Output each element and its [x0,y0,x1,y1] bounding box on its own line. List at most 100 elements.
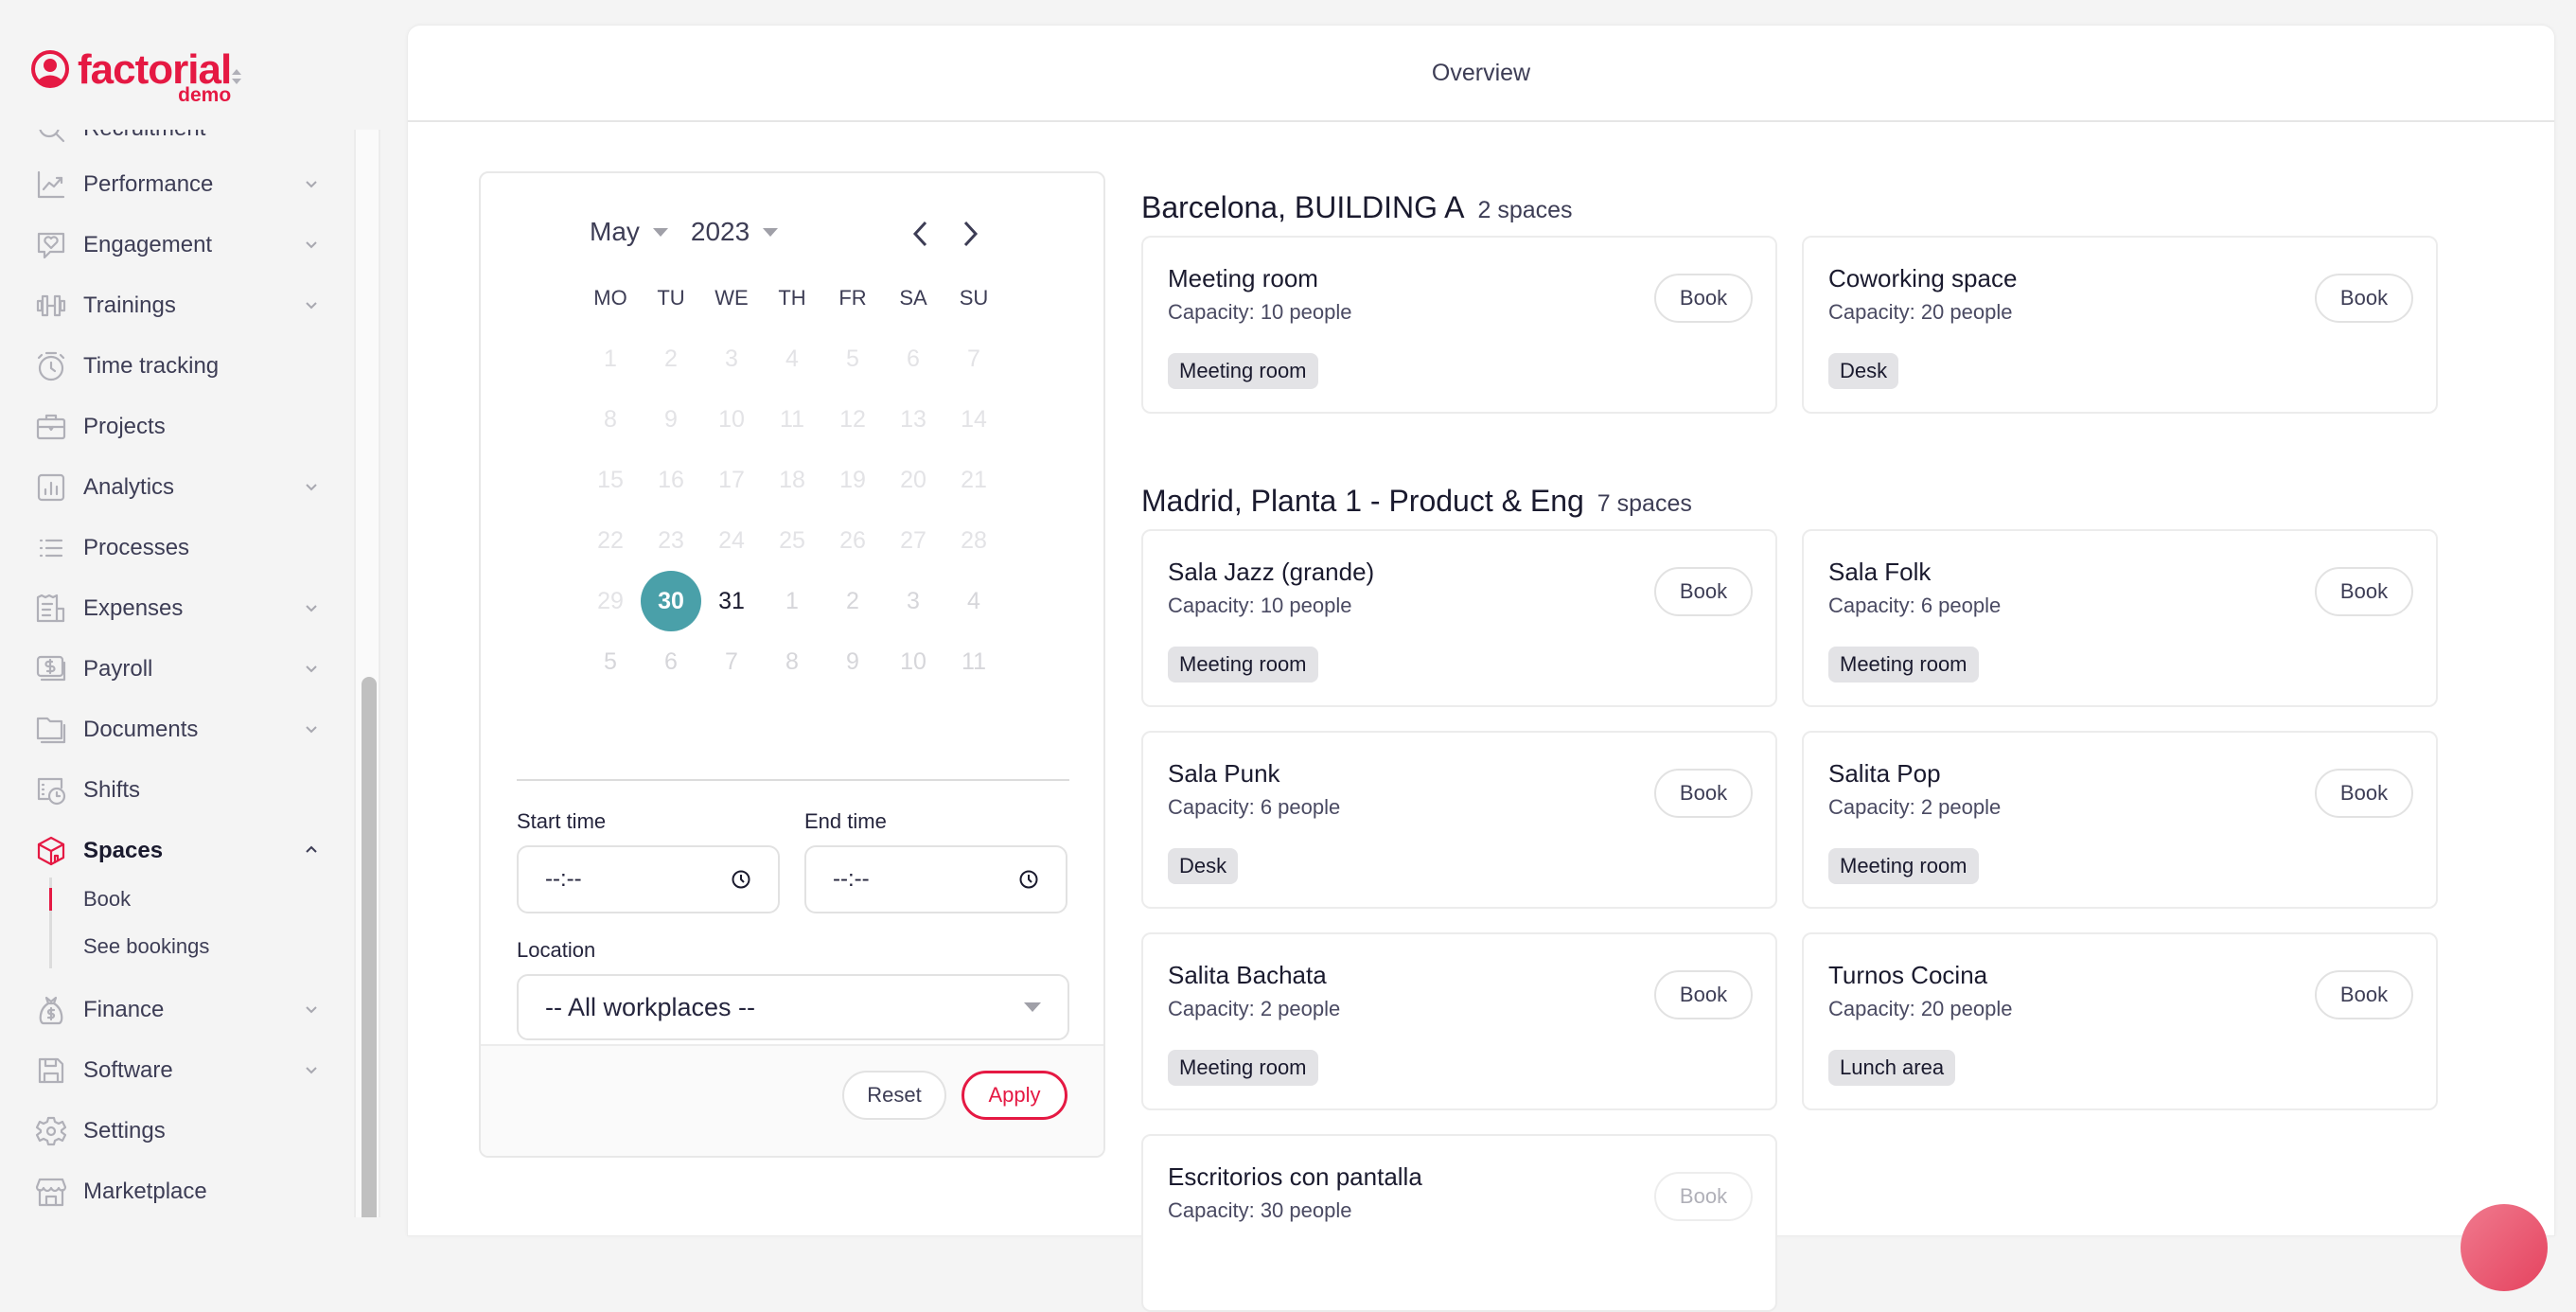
calendar-day: 4 [785,345,799,372]
space-name: Escritorios con pantalla [1168,1162,1422,1191]
space-capacity: Capacity: 30 people [1168,1198,1352,1222]
sidebar-item-recruitment[interactable]: Recruitment [34,130,327,152]
book-button[interactable]: Book [1654,769,1753,818]
clock-icon [1019,870,1038,889]
space-name: Sala Punk [1168,759,1280,788]
sidebar-scrollbar-thumb[interactable] [362,677,377,1217]
sidebar-item-spaces[interactable]: Spaces [34,827,327,875]
space-type-badge: Meeting room [1828,647,1979,683]
weekday-header: MO [593,286,627,310]
group-title: Barcelona, BUILDING A 2 spaces [1141,190,1573,225]
sidebar-item-shifts[interactable]: Shifts [34,767,327,814]
sidebar-item-software[interactable]: Software [34,1047,327,1094]
space-type-badge: Meeting room [1168,647,1318,683]
sidebar-item-expenses[interactable]: Expenses [34,585,327,632]
reset-button[interactable]: Reset [842,1071,946,1120]
chevron-down-icon [306,302,317,310]
book-button[interactable]: Book [1654,970,1753,1019]
schedule-clock-icon [34,773,68,807]
chevron-down-icon [306,484,317,491]
weekday-header: SU [959,286,989,310]
sidebar-item-trainings[interactable]: Trainings [34,282,327,329]
sidebar-item-performance[interactable]: Performance [34,161,327,208]
calendar-day: 3 [725,345,738,372]
sidebar-item-engagement[interactable]: Engagement [34,222,327,269]
space-card: Meeting room Capacity: 10 people Meeting r… [1141,236,1777,414]
space-name: Coworking space [1828,264,2018,293]
calendar-day: 12 [839,405,866,433]
company-switcher-icon[interactable] [230,66,243,87]
book-button[interactable]: Book [2315,567,2413,616]
book-button: Book [1654,1172,1753,1221]
book-button[interactable]: Book [2315,970,2413,1019]
calendar-day: 2 [664,345,678,372]
sidebar-item-settings[interactable]: Settings [34,1108,327,1155]
space-type-badge: Meeting room [1828,848,1979,884]
sidebar-item-documents[interactable]: Documents [34,706,327,754]
chevron-down-icon [306,605,317,612]
calendar-day: 20 [900,466,926,493]
sidebar-item-analytics[interactable]: Analytics [34,464,327,511]
sidebar: factorial demo Recruitment Performance E… [0,0,388,1217]
next-month-button[interactable] [956,215,984,253]
calendar-header: May 2023 [590,217,801,247]
heart-chat-icon [34,228,68,262]
sidebar-subitem-see-bookings[interactable]: See bookings [83,934,209,959]
weekday-header: WE [715,286,749,310]
location-select[interactable]: -- All workplaces -- [517,974,1069,1040]
calendar-day: 28 [961,526,987,554]
calendar-day: 22 [597,526,624,554]
weekday-header: TH [778,286,806,310]
calendar-day: 7 [725,647,738,675]
divider [517,779,1069,781]
calendar-day: 5 [846,345,859,372]
calendar-day: 19 [839,466,866,493]
start-time-label: Start time [517,809,607,833]
sidebar-item-finance[interactable]: Finance [34,986,327,1034]
brand-logo[interactable]: factorial demo [30,49,232,105]
month-select[interactable]: May [590,217,640,247]
briefcase-icon [34,410,68,444]
book-button[interactable]: Book [1654,567,1753,616]
weekday-header: FR [838,286,867,310]
location-label: Location [517,938,596,962]
apply-button[interactable]: Apply [962,1071,1067,1120]
calendar-day: 3 [907,587,920,614]
main-panel: Overview May 2023 MO TU WE TH FR SA SU 1 2 3 4 5 6 7 8… [407,25,2555,1312]
end-time-input[interactable]: --:-- [804,845,1067,913]
prev-month-button[interactable] [907,215,935,253]
sidebar-subitem-book[interactable]: Book [83,887,131,912]
calendar-day: 9 [846,647,859,675]
factorial-logo-icon [31,50,69,88]
clock-icon [732,870,750,889]
space-card: Escritorios con pantalla Capacity: 30 peo… [1141,1134,1777,1312]
dumbbell-icon [34,289,68,323]
calendar-day[interactable]: 31 [701,571,762,631]
book-button[interactable]: Book [1654,274,1753,323]
calendar-day: 27 [900,526,926,554]
space-card: Salita Pop Capacity: 2 people Meeting room… [1802,731,2438,909]
sidebar-item-time-tracking[interactable]: Time tracking [34,343,327,390]
calendar-day: 14 [961,405,987,433]
space-type-badge: Meeting room [1168,353,1318,389]
sidebar-item-payroll[interactable]: Payroll [34,646,327,693]
space-card: Sala Jazz (grande) Capacity: 10 people Mee… [1141,529,1777,707]
list-icon [34,531,68,565]
page-title: Overview [408,26,2554,122]
calendar-day-selected[interactable]: 30 [641,571,701,631]
calendar-day: 13 [900,405,926,433]
sidebar-item-projects[interactable]: Projects [34,403,327,451]
chevron-down-icon [306,665,317,673]
year-select[interactable]: 2023 [691,217,750,247]
book-button[interactable]: Book [2315,274,2413,323]
chevron-down-icon [306,726,317,734]
book-button[interactable]: Book [2315,769,2413,818]
calendar-day: 11 [780,405,804,433]
sidebar-item-marketplace[interactable]: Marketplace [34,1168,327,1215]
space-type-badge: Desk [1168,848,1239,884]
space-capacity: Capacity: 10 people [1168,594,1352,617]
start-time-input[interactable]: --:-- [517,845,780,913]
calendar-day: 5 [604,647,617,675]
sidebar-item-processes[interactable]: Processes [34,524,327,572]
gear-icon [34,1114,68,1148]
